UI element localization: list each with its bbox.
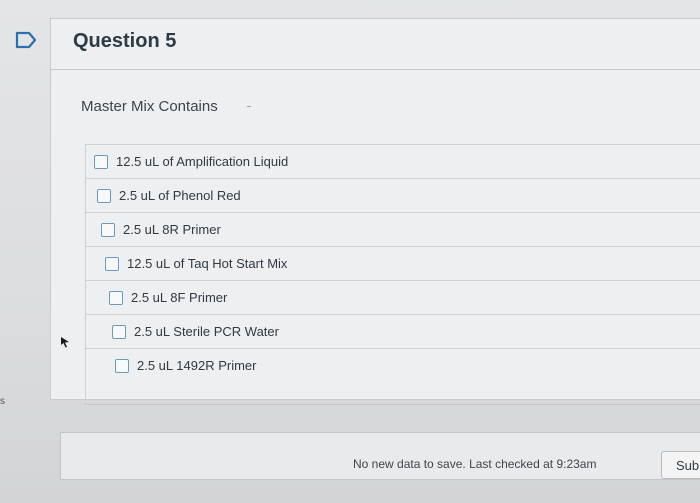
answer-option-1[interactable]: 12.5 uL of Amplification Liquid [86,144,700,178]
submit-quiz-button[interactable]: Sub [661,451,700,479]
answer-option-6[interactable]: 2.5 uL Sterile PCR Water [86,314,700,348]
prompt-separator [247,106,251,107]
answer-label: 2.5 uL Sterile PCR Water [134,324,279,339]
answer-option-3[interactable]: 2.5 uL 8R Primer [86,212,700,246]
quiz-footer: No new data to save. Last checked at 9:2… [60,432,700,480]
checkbox[interactable] [97,188,111,203]
answer-label: 2.5 uL 1492R Primer [137,358,257,373]
autosave-status: No new data to save. Last checked at 9:2… [353,457,597,471]
answer-label: 12.5 uL of Taq Hot Start Mix [127,256,288,271]
question-card: Question 5 Master Mix Contains 12.5 uL o… [50,18,700,405]
flag-question-icon[interactable] [14,30,38,50]
question-title: Question 5 [73,30,177,52]
edge-mark: s [0,396,5,407]
answer-label: 2.5 uL 8F Primer [131,290,228,305]
mouse-pointer-icon [61,337,69,348]
answer-list: 12.5 uL of Amplification Liquid 2.5 uL o… [85,144,700,405]
answer-option-5[interactable]: 2.5 uL 8F Primer [86,280,700,314]
question-body: Master Mix Contains 12.5 uL of Amplifica… [51,70,700,405]
checkbox[interactable] [112,324,126,339]
answer-option-4[interactable]: 12.5 uL of Taq Hot Start Mix [86,246,700,280]
answer-label: 2.5 uL of Phenol Red [119,188,241,203]
checkbox[interactable] [101,222,115,237]
answer-label: 2.5 uL 8R Primer [123,222,221,237]
question-header: Question 5 [51,19,700,70]
answer-option-2[interactable]: 2.5 uL of Phenol Red [86,178,700,212]
checkbox[interactable] [115,358,129,373]
answer-option-7[interactable]: 2.5 uL 1492R Primer [86,348,700,382]
checkbox[interactable] [109,290,123,305]
quiz-page: s Question 5 Master Mix Contains 12.5 uL… [0,0,700,503]
question-prompt: Master Mix Contains [81,98,218,115]
checkbox[interactable] [105,256,119,271]
checkbox[interactable] [94,154,108,169]
answer-label: 12.5 uL of Amplification Liquid [116,154,289,169]
